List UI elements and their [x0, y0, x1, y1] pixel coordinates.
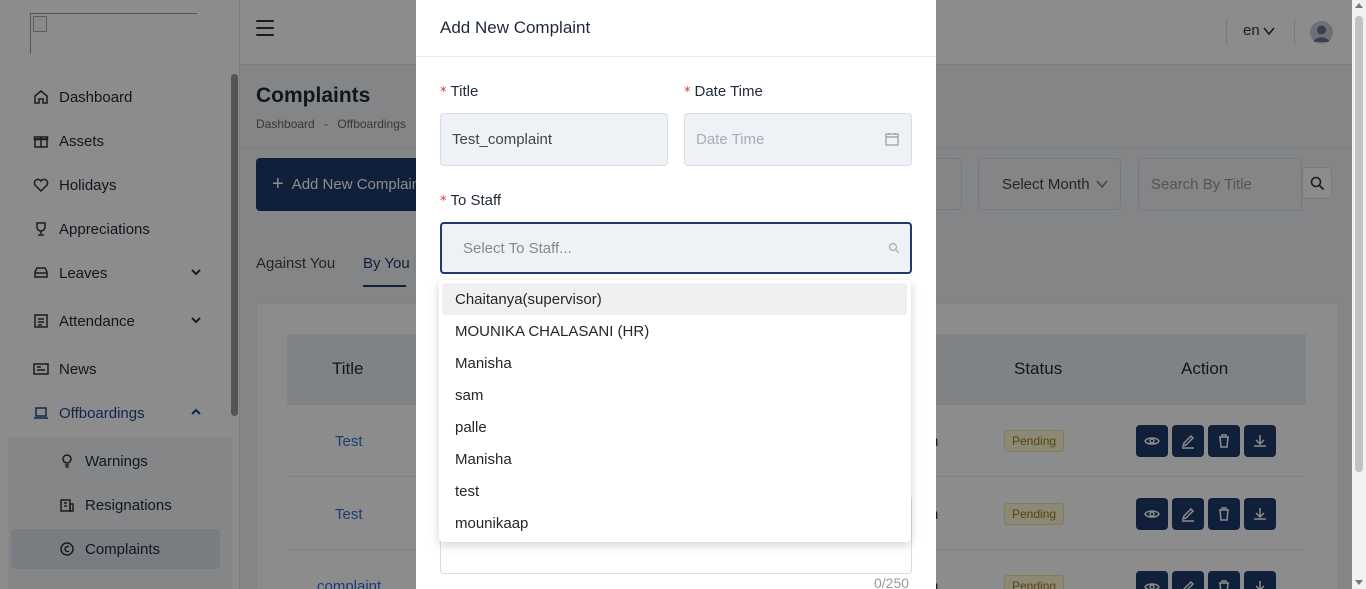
datetime-label: * Date Time — [684, 83, 763, 100]
window-scrollbar[interactable] — [1352, 0, 1366, 589]
search-icon — [888, 242, 900, 254]
scrollbar-thumb[interactable] — [1355, 16, 1363, 472]
required-marker: * — [440, 194, 447, 209]
staff-option[interactable]: Manisha — [442, 443, 907, 475]
staff-option[interactable]: sam — [442, 379, 907, 411]
to-staff-dropdown: Chaitanya(supervisor) MOUNIKA CHALASANI … — [439, 280, 911, 542]
datetime-input[interactable]: Date Time — [684, 113, 912, 166]
required-marker: * — [684, 85, 691, 100]
scroll-up-arrow-icon[interactable] — [1355, 3, 1363, 8]
datetime-placeholder: Date Time — [696, 131, 765, 148]
character-counter: 0/250 — [874, 575, 910, 589]
staff-option[interactable]: Chaitanya(supervisor) — [442, 283, 907, 315]
title-input[interactable]: Test_complaint — [440, 113, 668, 166]
required-marker: * — [440, 85, 447, 100]
staff-option[interactable]: mounikaap — [442, 507, 907, 539]
to-staff-label-text: To Staff — [450, 192, 502, 209]
title-label: * Title — [440, 83, 478, 100]
to-staff-placeholder: Select To Staff... — [463, 239, 572, 257]
staff-option[interactable]: MOUNIKA CHALASANI (HR) — [442, 315, 907, 347]
staff-option[interactable]: test — [442, 475, 907, 507]
staff-option[interactable]: palle — [442, 411, 907, 443]
datetime-label-text: Date Time — [694, 83, 763, 100]
modal-title: Add New Complaint — [416, 0, 936, 57]
title-label-text: Title — [450, 83, 479, 100]
staff-option[interactable]: Manisha — [442, 347, 907, 379]
calendar-icon — [885, 133, 899, 146]
title-input-value: Test_complaint — [452, 131, 553, 148]
scroll-down-arrow-icon[interactable] — [1355, 580, 1363, 585]
to-staff-label: * To Staff — [440, 192, 501, 209]
to-staff-select[interactable]: Select To Staff... — [440, 222, 912, 274]
